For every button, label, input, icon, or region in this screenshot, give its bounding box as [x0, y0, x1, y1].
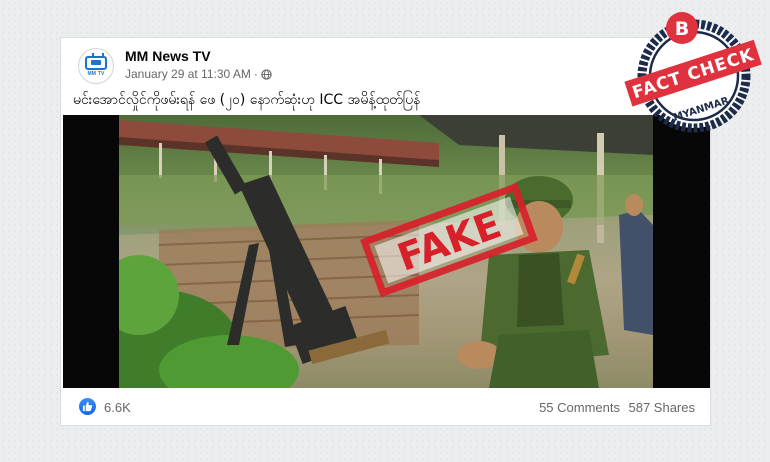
- globe-icon: [261, 68, 272, 80]
- post-footer: 6.6K 55 Comments 587 Shares: [78, 394, 695, 418]
- post-photo[interactable]: FAKE: [63, 115, 710, 388]
- post-meta: January 29 at 11:30 AM ·: [125, 67, 272, 81]
- fact-check-badge: B FACT CHECK MYANMAR: [624, 12, 762, 133]
- like-reaction-icon[interactable]: [79, 398, 96, 415]
- soldier-scene-illustration: FAKE: [119, 115, 653, 388]
- page-name-link[interactable]: MM News TV: [125, 48, 211, 64]
- meta-separator: ·: [253, 67, 258, 81]
- photo-scene: FAKE: [119, 115, 653, 388]
- post-timestamp[interactable]: January 29 at 11:30 AM: [125, 67, 251, 81]
- shares-count[interactable]: 587 Shares: [629, 400, 696, 415]
- post-header: MM TV MM News TV January 29 at 11:30 AM …: [78, 46, 598, 86]
- avatar-label: MM TV: [87, 70, 105, 77]
- comments-count[interactable]: 55 Comments: [539, 400, 620, 415]
- facebook-post-card: MM TV MM News TV January 29 at 11:30 AM …: [60, 37, 711, 426]
- thumbs-up-icon: [82, 401, 93, 412]
- post-caption: မင်းအောင်လှိုင်ကိုဖမ်းရန် ဖေ (၂၀) နောက်ဆ…: [73, 92, 421, 108]
- badge-letter: B: [675, 18, 689, 40]
- page-avatar[interactable]: MM TV: [78, 48, 114, 84]
- tv-icon: [85, 55, 107, 70]
- reaction-count[interactable]: 6.6K: [104, 400, 131, 415]
